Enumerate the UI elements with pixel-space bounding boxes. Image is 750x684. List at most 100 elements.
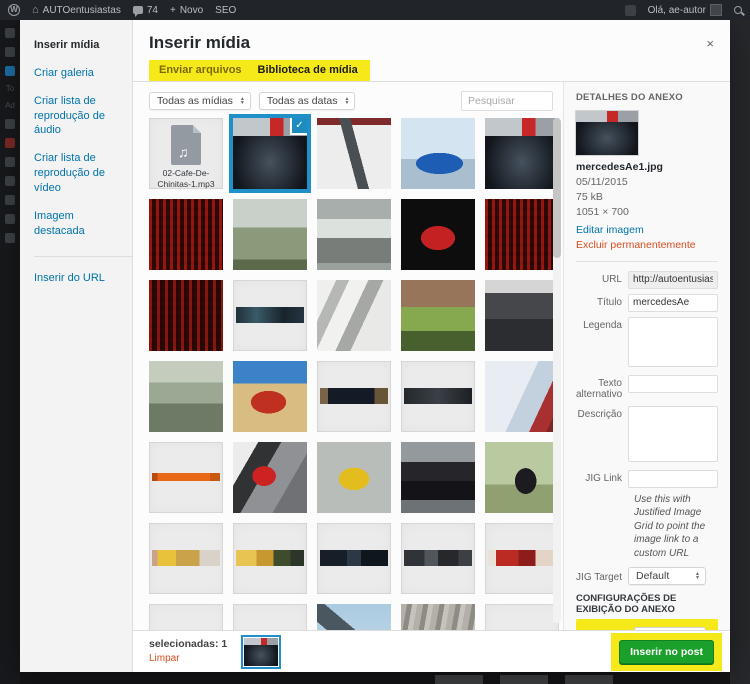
site-name-label: AUTOentusiastas xyxy=(43,5,121,16)
field-input-t-tulo[interactable] xyxy=(628,294,718,312)
display-settings-box: AlinhamentoNenhum▲▼Link paraNenhum▲▼Tama… xyxy=(576,619,718,630)
field-input-descri-o[interactable] xyxy=(628,406,718,462)
close-icon[interactable]: × xyxy=(702,36,718,51)
media-item-busy-scene[interactable] xyxy=(401,604,475,630)
comments-icon[interactable] xyxy=(5,119,15,129)
media-item-strip-red[interactable] xyxy=(485,523,559,594)
select-arrows-icon: ▲▼ xyxy=(344,97,349,105)
media-item-blue-roadster[interactable] xyxy=(401,118,475,189)
media-item-burnout[interactable] xyxy=(485,361,559,432)
alert-icon[interactable] xyxy=(5,138,15,148)
date-filter[interactable]: Todas as datas ▲▼ xyxy=(259,92,356,110)
insert-into-post-button[interactable]: Inserir no post xyxy=(619,640,714,664)
account-menu[interactable]: Olá, ae-autor xyxy=(648,4,722,16)
media-item-strip-navy[interactable] xyxy=(317,523,391,594)
dashboard-icon[interactable] xyxy=(5,28,15,38)
media-item-rearview-mirror[interactable] xyxy=(401,280,475,351)
clear-selection-link[interactable]: Limpar xyxy=(149,652,227,665)
sidebar-item-criar-galeria[interactable]: Criar galeria xyxy=(34,66,132,81)
media-icon[interactable] xyxy=(5,66,15,76)
media-item-seatbelt[interactable] xyxy=(233,442,307,513)
sidebar-item-criar-lista-de-reprodu-o-de-v-deo[interactable]: Criar lista de reprodução de vídeo xyxy=(34,151,132,196)
greeting-label: Olá, ae-autor xyxy=(648,5,706,16)
attachment-details-panel: DETALHES DO ANEXO mercedesAe1.jpg 05/11/… xyxy=(563,82,730,630)
wordpress-logo-menu[interactable]: W xyxy=(8,4,20,16)
seo-menu[interactable]: SEO xyxy=(215,5,236,16)
media-thumbnail xyxy=(233,442,307,513)
media-item-panorama-strip[interactable] xyxy=(233,280,307,351)
field-input-texto-alternativo[interactable] xyxy=(628,375,718,393)
media-item-signature-cars[interactable] xyxy=(149,361,223,432)
media-item-white-porsche[interactable] xyxy=(317,118,391,189)
jig-target-value: Default xyxy=(636,570,669,582)
media-type-filter[interactable]: Todas as mídias ▲▼ xyxy=(149,92,251,110)
select-arrows-icon: ▲▼ xyxy=(240,97,245,105)
field-row-url: URL xyxy=(576,271,718,289)
media-item-crane-car[interactable] xyxy=(233,199,307,270)
tools-icon[interactable] xyxy=(5,195,15,205)
delete-permanently-link[interactable]: Excluir permanentemente xyxy=(576,239,718,251)
media-item-berries-1[interactable] xyxy=(149,199,223,270)
media-item-mercedes-2[interactable] xyxy=(485,118,559,189)
media-item-formula-car[interactable] xyxy=(317,361,391,432)
media-grid: 02-Cafe-De-Chinitas-1.mp3 ✓ xyxy=(149,118,559,630)
media-thumbnail xyxy=(485,280,559,351)
mail-icon[interactable] xyxy=(5,157,15,167)
media-item-orange-strip[interactable] xyxy=(149,442,223,513)
media-item-strip-yellow-car[interactable] xyxy=(149,604,223,630)
media-thumbnail xyxy=(485,118,559,189)
field-input-legenda[interactable] xyxy=(628,317,718,367)
media-item-federal-car[interactable] xyxy=(401,442,475,513)
layout-icon[interactable] xyxy=(5,214,15,224)
settings-icon[interactable] xyxy=(5,233,15,243)
tab-biblioteca-de-m-dia[interactable]: Biblioteca de mídia xyxy=(250,62,366,78)
sidebar-item-imagem-destacada[interactable]: Imagem destacada xyxy=(34,209,132,239)
posts-icon[interactable] xyxy=(5,47,15,57)
media-item-desert-buggy[interactable] xyxy=(233,361,307,432)
users-icon[interactable] xyxy=(5,176,15,186)
field-input-jig-link[interactable] xyxy=(628,470,718,488)
media-item-yellow-tractor[interactable] xyxy=(317,442,391,513)
field-row-texto-alternativo: Texto alternativo xyxy=(576,375,718,401)
jig-target-select[interactable]: Default ▲▼ xyxy=(628,567,706,585)
media-item-strip-amber[interactable] xyxy=(485,604,559,630)
admin-menu-item-label[interactable]: To xyxy=(6,85,14,93)
media-thumbnail xyxy=(317,604,391,630)
media-item-scooter[interactable] xyxy=(485,442,559,513)
media-item-dark-strip[interactable] xyxy=(401,361,475,432)
tab-enviar-arquivos[interactable]: Enviar arquivos xyxy=(151,62,250,78)
media-item-bw-classic[interactable] xyxy=(317,199,391,270)
media-thumbnail xyxy=(485,199,559,270)
search-input[interactable] xyxy=(461,91,553,111)
site-name-link[interactable]: ⌂ AUTOentusiastas xyxy=(32,4,121,16)
media-item-strip-sunset[interactable] xyxy=(233,604,307,630)
modal-footer: selecionadas: 1 Limpar Inserir no post xyxy=(133,630,730,672)
media-item-red-car-dark[interactable] xyxy=(401,199,475,270)
grid-scrollbar-thumb[interactable] xyxy=(553,118,561,258)
sidebar-item-criar-lista-de-reprodu-o-de-udio[interactable]: Criar lista de reprodução de áudio xyxy=(34,94,132,139)
media-item-audio[interactable]: 02-Cafe-De-Chinitas-1.mp3 xyxy=(149,118,223,189)
adminbar-icon[interactable] xyxy=(625,5,636,16)
attachment-date: 05/11/2015 xyxy=(576,175,718,190)
search-icon[interactable] xyxy=(734,6,742,14)
media-item-berries-2[interactable] xyxy=(485,199,559,270)
field-input-url[interactable] xyxy=(628,271,718,289)
media-item-interior[interactable] xyxy=(485,280,559,351)
media-item-crosswalk[interactable] xyxy=(317,280,391,351)
selected-thumbnail[interactable] xyxy=(241,635,281,669)
media-item-fighter-jet[interactable] xyxy=(317,604,391,630)
modal-title: Inserir mídia xyxy=(149,33,250,53)
check-icon: ✓ xyxy=(290,118,307,135)
sidebar-item-inserir-do-url[interactable]: Inserir do URL xyxy=(34,256,132,286)
media-item-strip-yellow[interactable] xyxy=(149,523,223,594)
new-content-menu[interactable]: + Novo xyxy=(170,5,203,16)
sidebar-item-inserir-m-dia[interactable]: Inserir mídia xyxy=(34,38,132,53)
comments-link[interactable]: 74 xyxy=(133,5,158,16)
media-item-strip-golden[interactable] xyxy=(233,523,307,594)
media-item-mercedes-selected[interactable]: ✓ xyxy=(233,118,307,189)
edit-image-link[interactable]: Editar imagem xyxy=(576,224,718,236)
media-item-strip-gray[interactable] xyxy=(401,523,475,594)
media-item-berries-3[interactable] xyxy=(149,280,223,351)
field-row-jig-link: JIG Link xyxy=(576,470,718,488)
admin-menu-item-label[interactable]: Ad xyxy=(5,102,15,110)
